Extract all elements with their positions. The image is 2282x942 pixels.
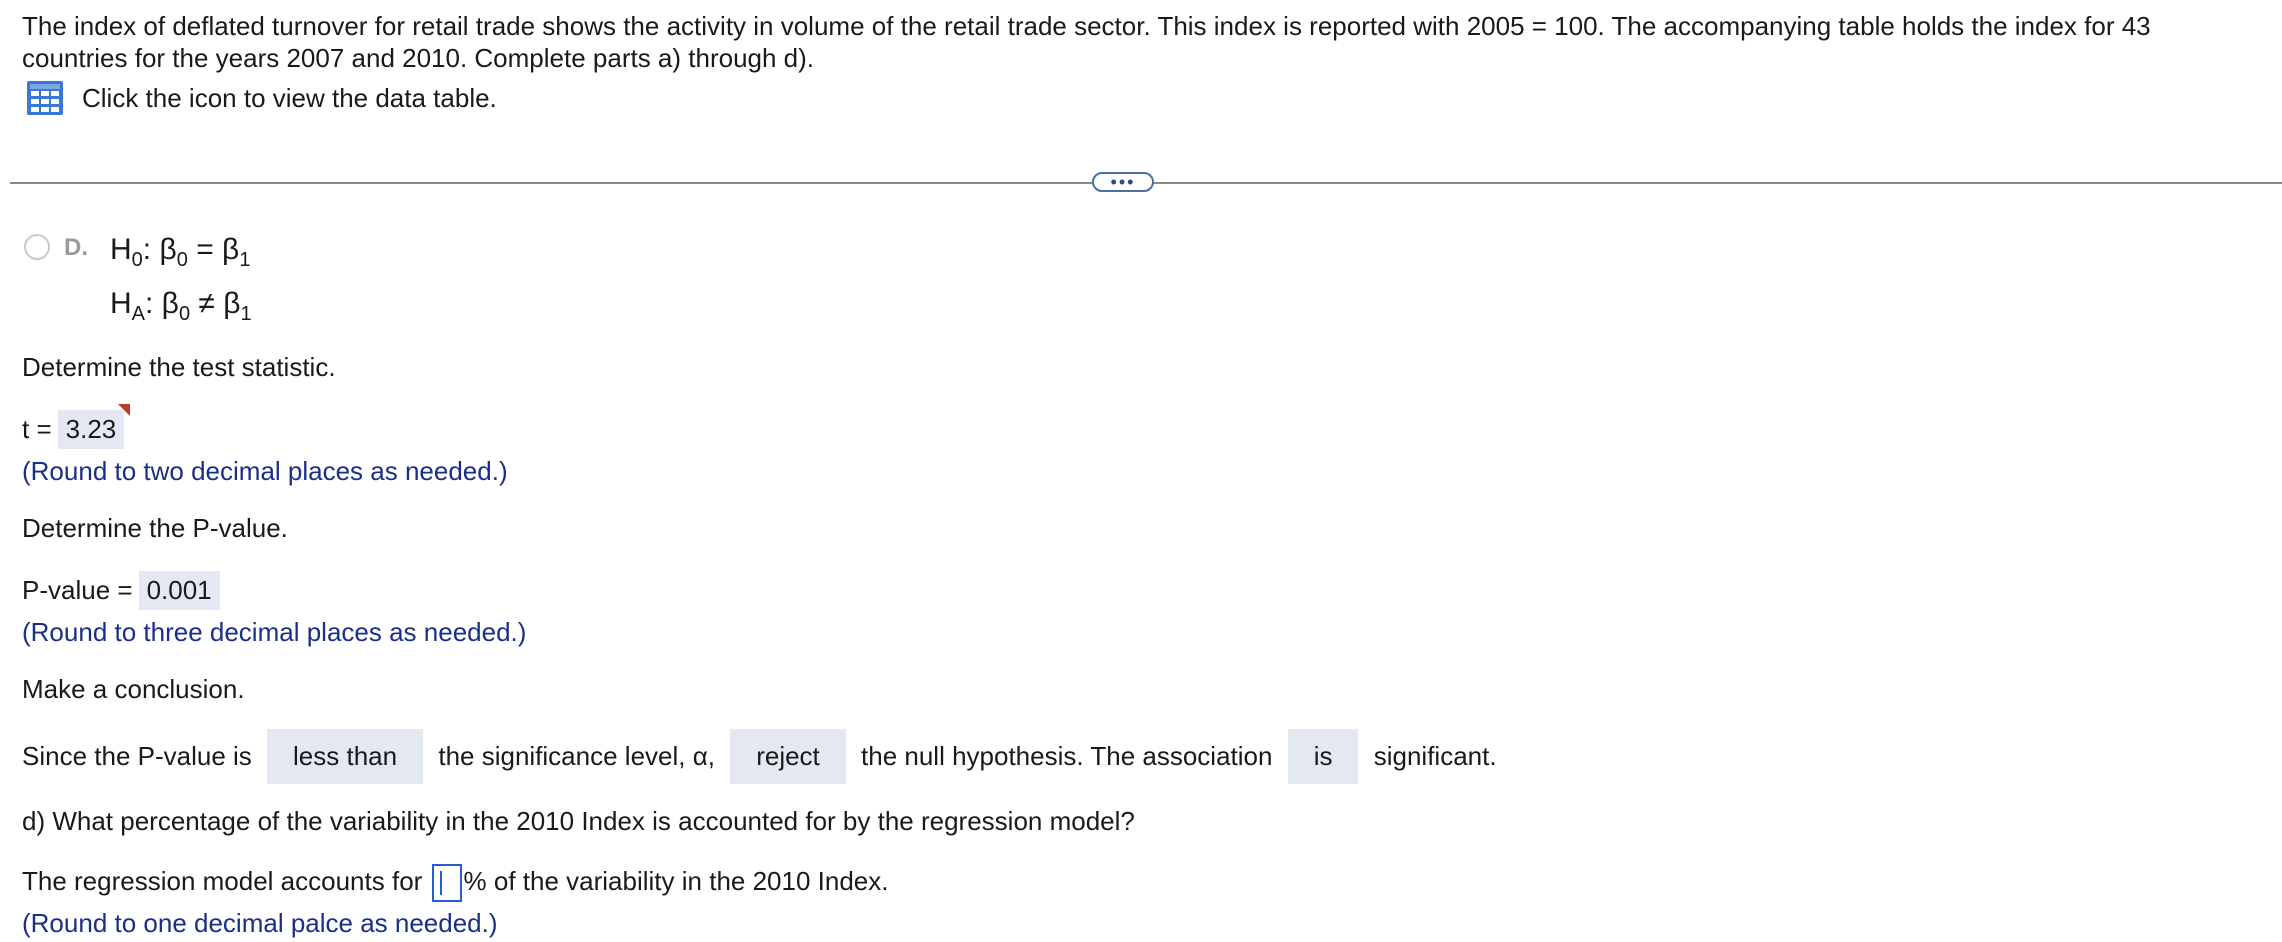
- p-value-answer[interactable]: 0.001: [138, 571, 220, 610]
- p-value-row: P-value = 0.001: [22, 571, 220, 610]
- answer-option-d[interactable]: D. H0: β0 = β1 HA: β0 ≠ β1: [24, 228, 252, 336]
- expand-collapse-button[interactable]: •••: [1092, 172, 1154, 192]
- pvalue-comparison-dropdown[interactable]: less than: [267, 729, 424, 784]
- table-icon[interactable]: [26, 80, 64, 116]
- part-d-answer-row: The regression model accounts for % of t…: [22, 864, 888, 902]
- data-table-link-row: Click the icon to view the data table.: [26, 80, 497, 116]
- alternative-hypothesis: HA: β0 ≠ β1: [110, 287, 252, 325]
- question-page: The index of deflated turnover for retai…: [0, 0, 2282, 942]
- hypotheses: H0: β0 = β1 HA: β0 ≠ β1: [110, 228, 252, 336]
- test-stat-answer[interactable]: 3.23: [57, 404, 130, 449]
- option-d-letter: D.: [64, 234, 88, 261]
- data-table-link-text[interactable]: Click the icon to view the data table.: [82, 83, 497, 114]
- p-value-prompt: Determine the P-value.: [22, 513, 288, 543]
- test-stat-row: t = 3.23: [22, 404, 130, 449]
- p-value-label: P-value =: [22, 575, 133, 605]
- option-d-radio[interactable]: [24, 234, 50, 260]
- percentage-input[interactable]: [431, 864, 462, 902]
- null-hypothesis: H0: β0 = β1: [110, 233, 251, 271]
- conclusion-sentence: Since the P-value is less than the signi…: [22, 729, 1497, 784]
- part-d-hint: (Round to one decimal palce as needed.): [22, 908, 498, 938]
- significance-dropdown[interactable]: is: [1287, 729, 1359, 784]
- problem-statement: The index of deflated turnover for retai…: [22, 11, 2151, 73]
- test-stat-label: t =: [22, 414, 52, 444]
- test-stat-hint: (Round to two decimal places as needed.): [22, 456, 508, 486]
- p-value-hint: (Round to three decimal places as needed…: [22, 617, 527, 647]
- test-stat-prompt: Determine the test statistic.: [22, 352, 336, 382]
- decision-dropdown[interactable]: reject: [730, 729, 846, 784]
- conclusion-prompt: Make a conclusion.: [22, 674, 245, 704]
- part-d-question: d) What percentage of the variability in…: [22, 806, 1135, 836]
